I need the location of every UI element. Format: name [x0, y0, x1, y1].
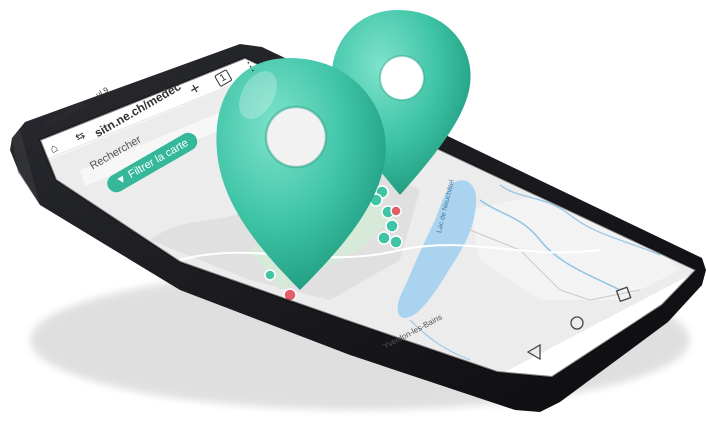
cluster-marker[interactable] — [377, 231, 391, 245]
phone-scene — [10, 10, 706, 412]
cluster-marker[interactable] — [264, 269, 276, 281]
cluster-marker[interactable] — [385, 219, 399, 233]
selected-marker[interactable] — [390, 205, 402, 217]
cluster-marker[interactable] — [389, 235, 403, 249]
